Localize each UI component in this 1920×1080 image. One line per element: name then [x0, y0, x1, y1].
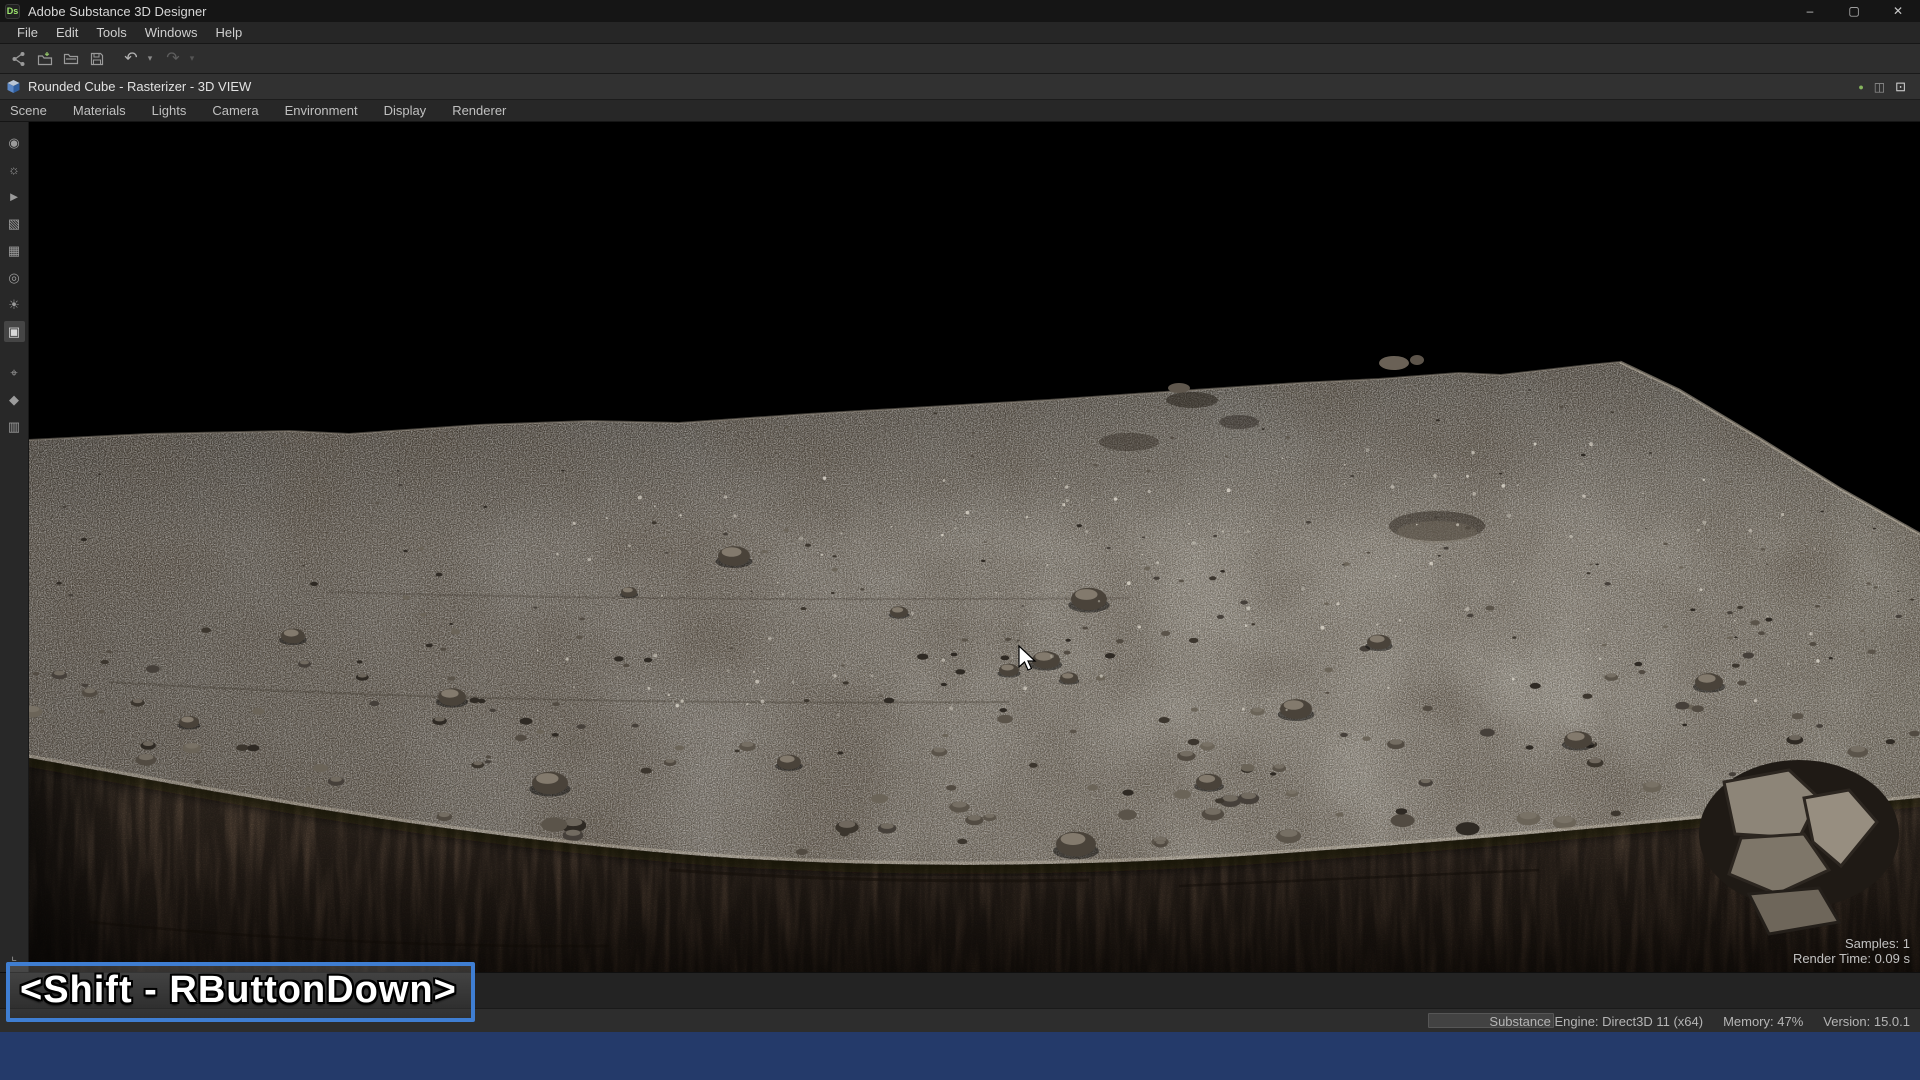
open-file-icon[interactable] — [58, 47, 84, 71]
engine-label: Substance Engine: Direct3D 11 (x64) — [1489, 1014, 1703, 1029]
minimize-button[interactable]: – — [1788, 0, 1832, 22]
save-icon[interactable] — [84, 47, 110, 71]
maximize-button[interactable]: ▢ — [1832, 0, 1876, 22]
main-toolbar: ↶ ▾ ↷ ▾ — [0, 44, 1920, 74]
title-bar[interactable]: Ds Adobe Substance 3D Designer – ▢ ✕ — [0, 0, 1920, 22]
menu-file[interactable]: File — [8, 22, 47, 43]
pointer-icon[interactable]: ► — [4, 186, 25, 207]
3d-viewport[interactable]: Samples: 1 Render Time: 0.09 s — [29, 122, 1920, 972]
menu-scene[interactable]: Scene — [10, 103, 47, 118]
close-button[interactable]: ✕ — [1876, 0, 1920, 22]
3d-view-panel-header: Rounded Cube - Rasterizer - 3D VIEW ● ◫ … — [0, 74, 1920, 100]
app-icon: Ds — [5, 4, 20, 19]
shortcut-overlay: <Shift - RButtonDown> — [6, 962, 475, 1022]
app-menubar: File Edit Tools Windows Help — [0, 22, 1920, 44]
expand-icon[interactable]: ⊡ — [1895, 79, 1906, 95]
shader-ball-icon[interactable]: ◆ — [4, 389, 25, 410]
menu-edit[interactable]: Edit — [47, 22, 87, 43]
samples-label: Samples: 1 — [1793, 936, 1910, 952]
undo-button[interactable]: ↶ — [118, 47, 144, 71]
save-glyph — [89, 51, 105, 67]
render-stats: Samples: 1 Render Time: 0.09 s — [1793, 936, 1910, 967]
undo-dropdown-caret[interactable]: ▾ — [144, 47, 156, 71]
window-title: Adobe Substance 3D Designer — [28, 4, 207, 19]
taskbar-strip — [0, 1032, 1920, 1080]
version-label: Version: 15.0.1 — [1823, 1014, 1910, 1029]
dock-icon[interactable]: ◫ — [1874, 80, 1885, 94]
menu-help[interactable]: Help — [206, 22, 251, 43]
magnify-icon[interactable]: ◎ — [4, 267, 25, 288]
lamp-icon[interactable]: ☀ — [4, 294, 25, 315]
light-icon[interactable]: ☼ — [4, 159, 25, 180]
rock-render — [29, 122, 1920, 972]
redo-button[interactable]: ↷ — [160, 47, 186, 71]
menu-lights[interactable]: Lights — [152, 103, 187, 118]
redo-icon: ↷ — [166, 51, 179, 67]
render-time-label: Render Time: 0.09 s — [1793, 951, 1910, 967]
3d-view-menubar: Scene Materials Lights Camera Environmen… — [0, 100, 1920, 122]
node-graph-icon[interactable] — [6, 47, 32, 71]
menu-display[interactable]: Display — [384, 103, 427, 118]
import-icon[interactable] — [32, 47, 58, 71]
menu-renderer[interactable]: Renderer — [452, 103, 506, 118]
menu-windows[interactable]: Windows — [136, 22, 207, 43]
memory-label: Memory: 47% — [1723, 1014, 1803, 1029]
redo-dropdown-caret[interactable]: ▾ — [186, 47, 198, 71]
transform-icon[interactable]: ⌖ — [4, 362, 25, 383]
open-file-glyph — [63, 51, 79, 67]
render-region-icon[interactable]: ▣ — [4, 321, 25, 342]
menu-tools[interactable]: Tools — [87, 22, 135, 43]
viewport-tool-column: ◉ ☼ ► ▧ ▦ ◎ ☀ ▣ ⌖ ◆ ▥ ⌞ — [0, 122, 29, 972]
node-graph-glyph — [11, 51, 27, 67]
menu-environment[interactable]: Environment — [285, 103, 358, 118]
pin-icon[interactable]: ● — [1858, 82, 1863, 92]
application-window: Ds Adobe Substance 3D Designer – ▢ ✕ Fil… — [0, 0, 1920, 1080]
panel-title: Rounded Cube - Rasterizer - 3D VIEW — [28, 79, 251, 94]
texture-icon[interactable]: ▦ — [4, 240, 25, 261]
undo-icon: ↶ — [124, 51, 137, 67]
histogram-icon[interactable]: ▥ — [4, 416, 25, 437]
camera-icon[interactable]: ◉ — [4, 132, 25, 153]
import-glyph — [37, 51, 53, 67]
material-icon[interactable]: ▧ — [4, 213, 25, 234]
panel-3d-cube-icon — [6, 79, 21, 94]
menu-camera[interactable]: Camera — [212, 103, 258, 118]
menu-materials[interactable]: Materials — [73, 103, 126, 118]
